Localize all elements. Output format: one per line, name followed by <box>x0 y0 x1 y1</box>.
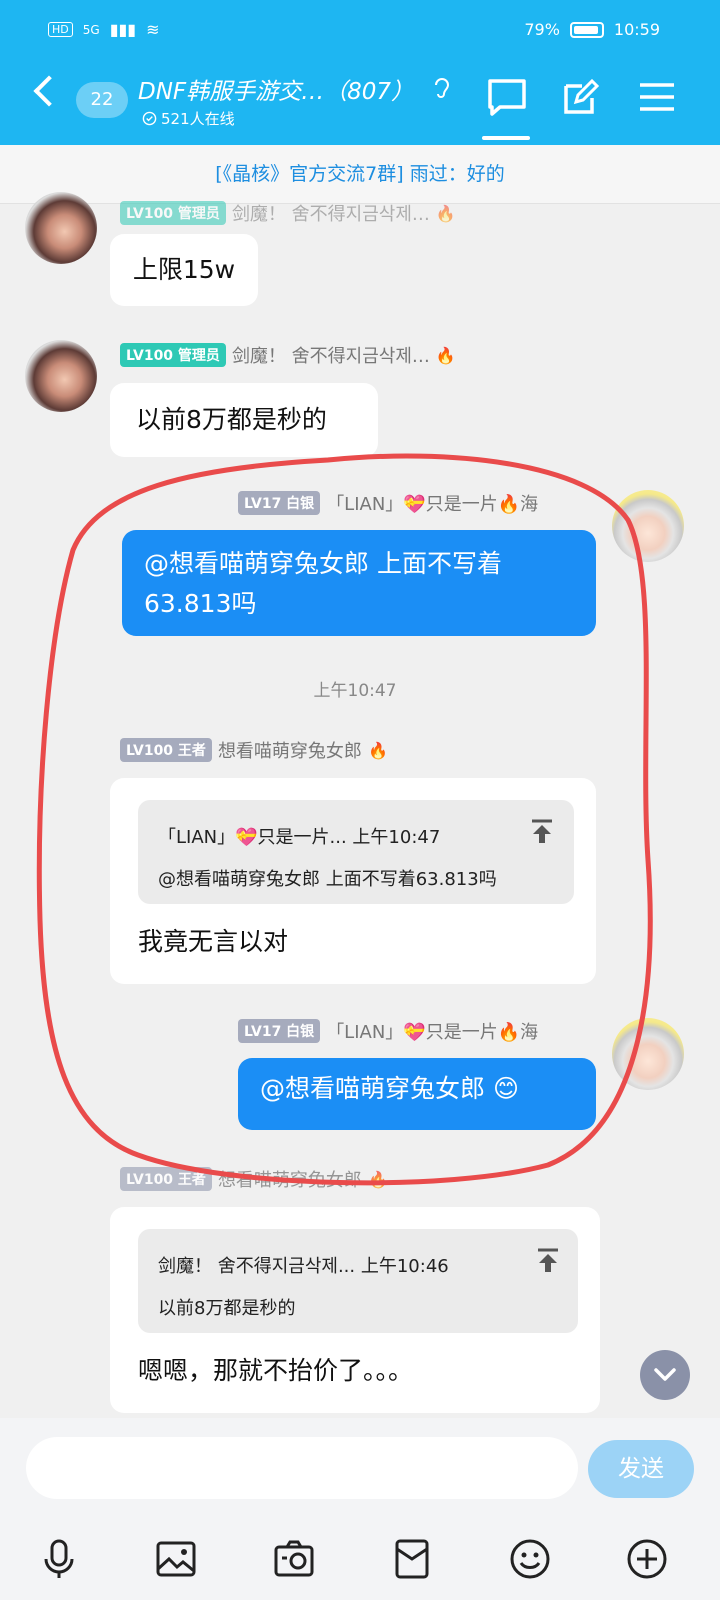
camera-icon[interactable] <box>273 1538 315 1580</box>
active-tab-indicator <box>482 136 530 140</box>
microphone-icon[interactable] <box>38 1538 80 1580</box>
message-bubble[interactable]: 「LIAN」💝只是一片... 上午10:47 @想看喵萌穿兔女郎 上面不写着63… <box>110 778 596 984</box>
quoted-message[interactable]: 剑魔！ 舍不得지금삭제... 上午10:46 以前8万都是秒的 <box>138 1229 578 1333</box>
chat-icon[interactable] <box>486 78 528 116</box>
quote-header: 「LIAN」💝只是一片... 上午10:47 <box>158 827 441 848</box>
plus-icon[interactable] <box>626 1538 668 1580</box>
message-input[interactable] <box>26 1437 578 1499</box>
sender-name[interactable]: 想看喵萌穿兔女郎 <box>218 737 362 763</box>
avatar[interactable] <box>612 1018 684 1090</box>
message-text: 我竟无言以对 <box>138 927 289 956</box>
chevron-down-icon <box>654 1368 676 1381</box>
message-header: LV17 白银 「LIAN」💝只是一片🔥海 <box>238 1018 538 1044</box>
avatar[interactable] <box>25 340 97 412</box>
check-circle-icon <box>142 111 157 126</box>
signal-indicator: 5G <box>82 22 100 37</box>
ear-icon[interactable] <box>432 76 452 108</box>
unread-count-badge[interactable]: 22 <box>76 82 128 118</box>
quote-header: 剑魔！ 舍不得지금삭제... 上午10:46 <box>158 1256 449 1277</box>
level-badge: LV100 王者 <box>120 1167 212 1191</box>
timestamp: 上午10:47 <box>313 681 397 701</box>
message-bubble[interactable]: 上限15w <box>110 234 258 306</box>
level-badge: LV100 王者 <box>120 738 212 762</box>
online-count-text: 521人在线 <box>161 110 235 128</box>
sender-name[interactable]: 剑魔！ 舍不得지금삭제… <box>232 200 430 226</box>
emoji-icon[interactable] <box>509 1538 551 1580</box>
clock: 10:59 <box>613 20 660 39</box>
message-header: LV100 管理员 剑魔！ 舍不得지금삭제… 🔥 <box>120 200 456 226</box>
battery-percent: 79% <box>524 20 560 39</box>
message-bubble[interactable]: 以前8万都是秒的 <box>110 383 378 457</box>
edit-icon[interactable] <box>560 78 602 116</box>
online-count: 521人在线 <box>142 108 235 129</box>
fire-icon: 🔥 <box>435 345 456 365</box>
image-icon[interactable] <box>155 1538 197 1580</box>
red-packet-icon[interactable] <box>391 1538 433 1580</box>
message-bubble[interactable]: @想看喵萌穿兔女郎 上面不写着63.813吗 <box>122 530 596 636</box>
pin-icon[interactable] <box>530 818 554 844</box>
signal-icon: ▮▮▮ <box>109 20 137 39</box>
level-badge: LV100 管理员 <box>120 343 226 367</box>
fire-icon: 🔥 <box>435 203 456 223</box>
chat-header: HD 5G ▮▮▮ ≋ 79% 10:59 22 DNF韩服手游交…（807） … <box>0 0 720 145</box>
hd-badge: HD <box>48 22 73 37</box>
fire-icon: 🔥 <box>367 1169 388 1189</box>
message-header: LV100 管理员 剑魔！ 舍不得지금삭제… 🔥 <box>120 342 456 368</box>
send-button[interactable]: 发送 <box>588 1440 694 1498</box>
message-bubble[interactable]: 剑魔！ 舍不得지금삭제... 上午10:46 以前8万都是秒的 嗯嗯，那就不抬价… <box>110 1207 600 1413</box>
group-title[interactable]: DNF韩服手游交…（807） <box>138 72 414 106</box>
scroll-to-bottom-button[interactable] <box>640 1350 690 1400</box>
pin-icon[interactable] <box>536 1247 560 1273</box>
fire-icon: 🔥 <box>367 740 388 760</box>
level-badge: LV100 管理员 <box>120 201 226 225</box>
sender-name[interactable]: 想看喵萌穿兔女郎 <box>218 1166 362 1192</box>
message-bubble[interactable]: @想看喵萌穿兔女郎 😊 <box>238 1058 596 1130</box>
back-arrow-icon[interactable] <box>33 75 65 107</box>
level-badge: LV17 白银 <box>238 1019 321 1043</box>
quote-text: 以前8万都是秒的 <box>158 1298 296 1319</box>
avatar[interactable] <box>25 192 97 264</box>
battery-icon <box>569 21 604 38</box>
quoted-message[interactable]: 「LIAN」💝只是一片... 上午10:47 @想看喵萌穿兔女郎 上面不写着63… <box>138 800 574 904</box>
level-badge: LV17 白银 <box>238 491 321 515</box>
menu-icon[interactable] <box>636 78 678 116</box>
message-text: 嗯嗯，那就不抬价了。。。 <box>138 1356 414 1385</box>
status-right: 79% 10:59 <box>524 20 660 39</box>
quote-text: @想看喵萌穿兔女郎 上面不写着63.813吗 <box>158 869 497 890</box>
avatar[interactable] <box>612 490 684 562</box>
sender-name[interactable]: 「LIAN」💝只是一片🔥海 <box>326 1018 538 1044</box>
message-header: LV17 白银 「LIAN」💝只是一片🔥海 <box>238 490 538 516</box>
sender-name[interactable]: 「LIAN」💝只是一片🔥海 <box>326 490 538 516</box>
wifi-icon: ≋ <box>146 20 160 39</box>
message-header: LV100 王者 想看喵萌穿兔女郎 🔥 <box>120 1166 388 1192</box>
status-left: HD 5G ▮▮▮ ≋ <box>48 20 160 39</box>
message-header: LV100 王者 想看喵萌穿兔女郎 🔥 <box>120 737 388 763</box>
sender-name[interactable]: 剑魔！ 舍不得지금삭제… <box>232 342 430 368</box>
announcement-banner[interactable]: [《晶核》官方交流7群] 雨过：好的 <box>0 145 720 204</box>
